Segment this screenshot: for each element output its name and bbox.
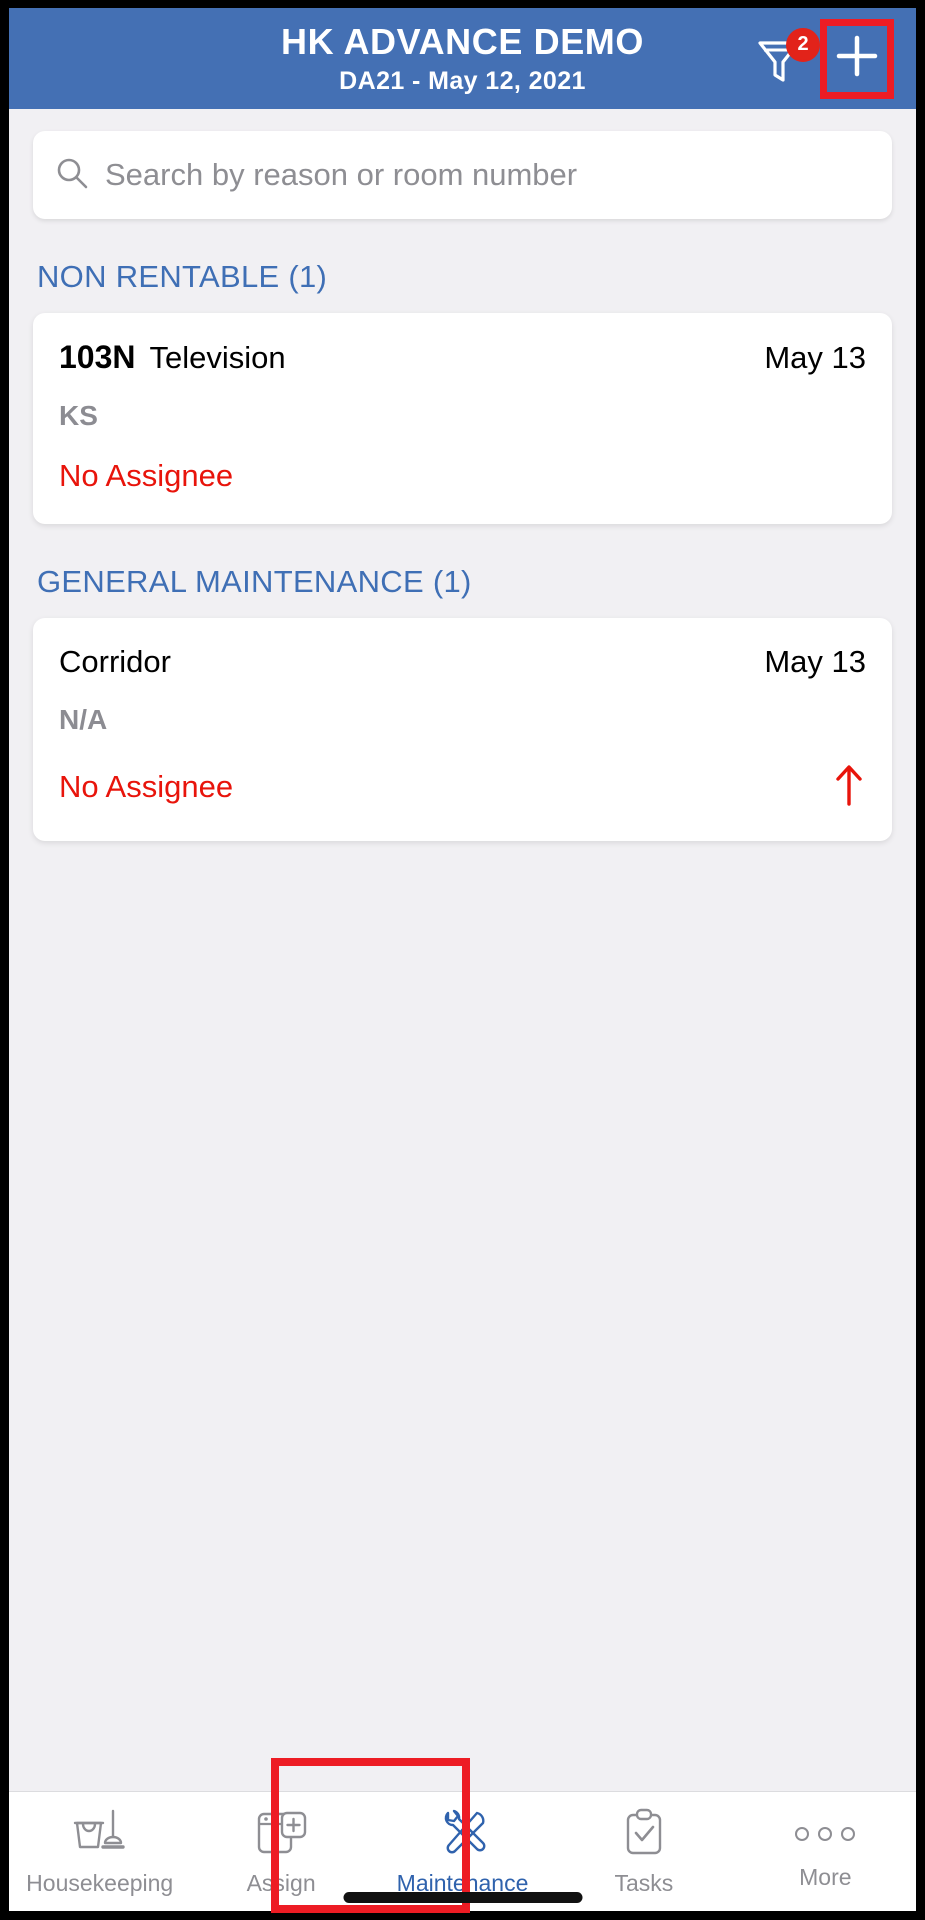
search-input[interactable]	[105, 157, 870, 193]
header-actions: 2	[756, 8, 906, 109]
card-header-row: Corridor May 13	[59, 644, 866, 680]
maintenance-card[interactable]: 103N Television May 13 KS No Assignee	[33, 313, 892, 524]
card-reason: Corridor	[59, 644, 171, 679]
card-title-group: 103N Television	[59, 339, 286, 376]
app-header: HK ADVANCE DEMO DA21 - May 12, 2021 2	[9, 8, 916, 109]
nav-item-more[interactable]: More	[735, 1792, 916, 1911]
search-icon	[55, 156, 89, 195]
filter-badge: 2	[786, 27, 820, 62]
card-date: May 13	[764, 644, 866, 679]
assignee-status: No Assignee	[59, 458, 234, 493]
card-footer-row: No Assignee	[59, 762, 866, 811]
home-indicator	[343, 1892, 582, 1903]
three-dots-icon	[795, 1812, 856, 1856]
section-non-rentable: NON RENTABLE (1) 103N Television May 13 …	[9, 219, 916, 524]
card-header-row: 103N Television May 13	[59, 339, 866, 376]
page-title: HK ADVANCE DEMO	[280, 21, 644, 63]
room-number: 103N	[59, 339, 136, 375]
filter-button[interactable]: 2	[756, 27, 820, 90]
section-title: NON RENTABLE (1)	[37, 259, 328, 294]
add-button[interactable]	[820, 18, 894, 99]
maintenance-card[interactable]: Corridor May 13 N/A No Assignee	[33, 618, 892, 841]
card-title-group: Corridor	[59, 644, 171, 680]
section-general-maintenance: GENERAL MAINTENANCE (1) Corridor May 13 …	[9, 524, 916, 841]
nav-label: Housekeeping	[26, 1869, 174, 1896]
plus-icon	[834, 33, 880, 84]
assignee-status: No Assignee	[59, 768, 234, 804]
card-reason: Television	[149, 340, 286, 375]
header-titles: HK ADVANCE DEMO DA21 - May 12, 2021	[280, 21, 644, 95]
nav-label: Assign	[246, 1869, 316, 1896]
bucket-mop-icon	[71, 1807, 129, 1862]
card-date: May 13	[764, 340, 866, 375]
arrow-up-icon	[832, 762, 866, 811]
card-code: N/A	[59, 704, 108, 735]
clipboard-check-icon	[620, 1807, 668, 1862]
section-title: GENERAL MAINTENANCE (1)	[37, 564, 472, 599]
header-subtitle: DA21 - May 12, 2021	[339, 66, 586, 95]
nav-label: Tasks	[614, 1869, 674, 1896]
search-bar[interactable]	[33, 131, 892, 219]
card-footer-row: No Assignee	[59, 458, 866, 494]
search-section	[9, 109, 916, 219]
wrench-hammer-icon	[435, 1807, 491, 1862]
assign-window-plus-icon	[254, 1807, 308, 1862]
app-screen: HK ADVANCE DEMO DA21 - May 12, 2021 2 Se…	[9, 8, 916, 1911]
nav-item-housekeeping[interactable]: Housekeeping	[9, 1792, 190, 1911]
card-code: KS	[59, 400, 98, 431]
nav-label: More	[799, 1864, 852, 1890]
